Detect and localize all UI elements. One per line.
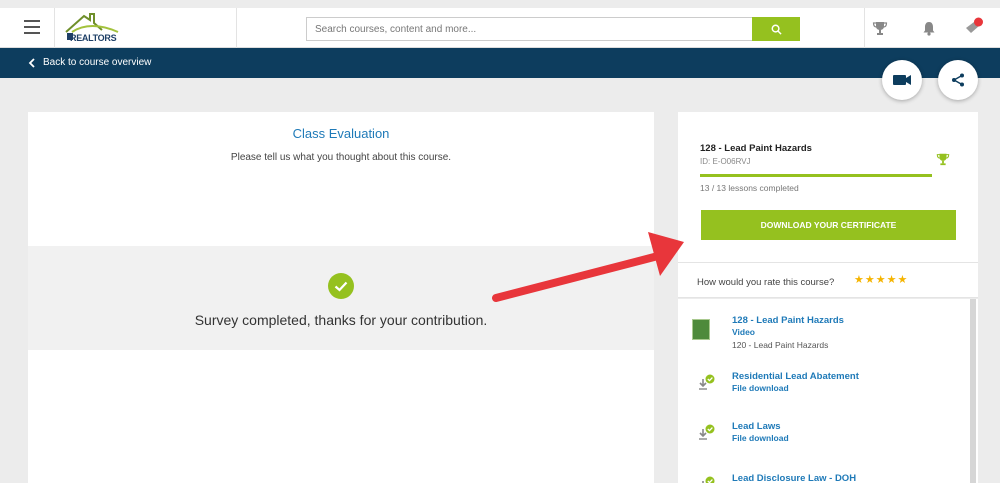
search-icon	[771, 24, 782, 35]
top-bar: REALTORS	[0, 8, 1000, 48]
back-to-overview-link[interactable]: Back to course overview	[28, 57, 151, 68]
lesson-parent: 120 - Lead Paint Hazards	[732, 340, 829, 350]
lesson-name: 128 - Lead Paint Hazards	[732, 315, 844, 326]
evaluation-subtitle: Please tell us what you thought about th…	[230, 152, 452, 163]
star-icon[interactable]: ★	[876, 275, 886, 286]
lesson-name: Lead Disclosure Law - DOH	[732, 473, 857, 483]
lesson-item[interactable]: Residential Lead Abatement File download	[678, 371, 968, 401]
search-input[interactable]	[306, 17, 752, 41]
rating-prompt: How would you rate this course?	[697, 277, 835, 288]
star-icon[interactable]: ★	[898, 275, 908, 286]
lesson-item[interactable]: Lead Laws File download	[678, 421, 968, 451]
back-link-label: Back to course overview	[43, 57, 152, 68]
lesson-type: File download	[732, 433, 789, 443]
download-certificate-button[interactable]: DOWNLOAD YOUR CERTIFICATE	[701, 210, 956, 240]
lesson-list: 128 - Lead Paint Hazards Video 120 - Lea…	[678, 299, 978, 483]
divider	[236, 8, 237, 48]
progress-fill	[700, 174, 932, 177]
trophy-icon	[936, 153, 950, 166]
star-icon[interactable]: ★	[887, 275, 897, 286]
lesson-name: Lead Laws	[732, 421, 781, 432]
rating-stars[interactable]: ★ ★ ★ ★ ★	[854, 275, 907, 286]
divider	[864, 8, 865, 48]
share-button[interactable]	[938, 60, 978, 100]
chevron-left-icon	[28, 57, 35, 68]
lesson-item[interactable]: Lead Disclosure Law - DOH	[678, 473, 968, 483]
download-icon	[699, 374, 715, 390]
lessons-completed: 13 / 13 lessons completed	[700, 183, 799, 193]
course-summary-card: 128 - Lead Paint Hazards ID: E-O06RVJ 13…	[678, 112, 978, 262]
star-icon[interactable]: ★	[865, 275, 875, 286]
lesson-type: Video	[732, 327, 755, 337]
lesson-type: File download	[732, 383, 789, 393]
course-nav-bar: Back to course overview	[0, 48, 1000, 78]
search-button[interactable]	[752, 17, 800, 41]
bell-icon[interactable]	[921, 20, 937, 36]
download-icon	[699, 424, 715, 440]
course-rating: How would you rate this course? ★ ★ ★ ★ ★	[678, 262, 978, 298]
course-title: 128 - Lead Paint Hazards	[700, 143, 812, 154]
survey-completed-message: Survey completed, thanks for your contri…	[194, 312, 488, 328]
menu-icon[interactable]	[24, 20, 40, 34]
video-icon	[893, 75, 911, 85]
notification-icon[interactable]	[963, 16, 985, 38]
share-icon	[952, 73, 964, 87]
annotation-arrow	[492, 232, 684, 302]
star-icon[interactable]: ★	[854, 275, 864, 286]
lesson-name: Residential Lead Abatement	[732, 371, 859, 382]
video-thumbnail-icon	[692, 319, 710, 340]
check-icon	[328, 273, 354, 299]
lesson-list-scrollbar[interactable]	[970, 299, 976, 483]
evaluation-title: Class Evaluation	[292, 126, 390, 141]
download-icon	[702, 476, 715, 483]
trophy-icon[interactable]	[872, 20, 888, 36]
video-button[interactable]	[882, 60, 922, 100]
course-id: ID: E-O06RVJ	[700, 157, 751, 166]
logo-text: REALTORS	[70, 33, 117, 43]
lesson-item[interactable]: 128 - Lead Paint Hazards Video 120 - Lea…	[678, 315, 968, 355]
course-progress-bar	[700, 174, 932, 177]
divider	[54, 8, 55, 48]
